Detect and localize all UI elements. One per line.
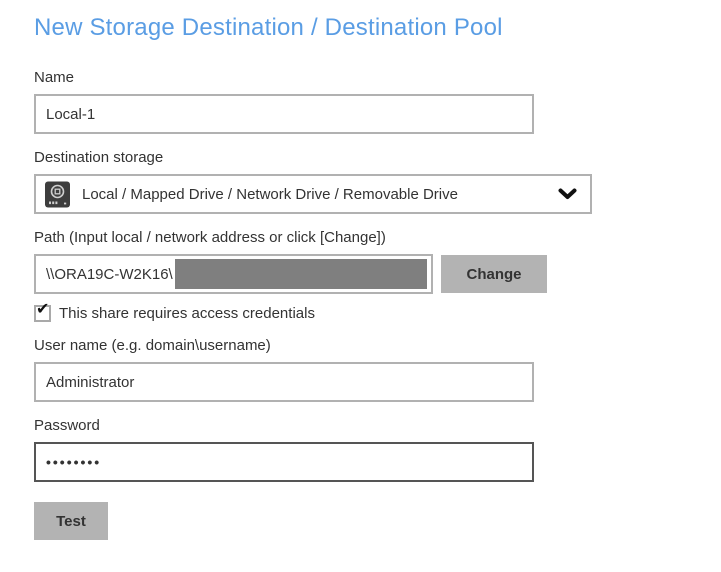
change-button[interactable]: Change xyxy=(441,255,547,293)
name-input[interactable] xyxy=(34,94,534,134)
checkmark-icon: ✔ xyxy=(36,301,49,318)
destination-storage-label: Destination storage xyxy=(34,148,721,167)
access-credentials-checkbox[interactable]: ✔ xyxy=(34,305,51,322)
path-input[interactable]: \\ORA19C-W2K16\ xyxy=(34,254,433,294)
access-credentials-row[interactable]: ✔ This share requires access credentials xyxy=(34,305,721,322)
local-drive-icon xyxy=(44,181,71,208)
password-label: Password xyxy=(34,416,721,435)
destination-storage-dropdown[interactable]: Local / Mapped Drive / Network Drive / R… xyxy=(34,174,592,214)
storage-destination-form: New Storage Destination / Destination Po… xyxy=(0,0,721,540)
page-title: New Storage Destination / Destination Po… xyxy=(34,14,721,42)
path-label: Path (Input local / network address or c… xyxy=(34,228,721,247)
test-button[interactable]: Test xyxy=(34,502,108,540)
name-label: Name xyxy=(34,68,721,87)
access-credentials-label: This share requires access credentials xyxy=(59,305,315,322)
username-input[interactable] xyxy=(34,362,534,402)
password-input[interactable] xyxy=(34,442,534,482)
username-label: User name (e.g. domain\username) xyxy=(34,336,721,355)
path-value: \\ORA19C-W2K16\ xyxy=(46,266,173,283)
redaction-block xyxy=(175,259,427,289)
path-row: \\ORA19C-W2K16\ Change xyxy=(34,254,721,294)
destination-storage-selected: Local / Mapped Drive / Network Drive / R… xyxy=(82,186,550,203)
chevron-down-icon xyxy=(558,188,577,200)
